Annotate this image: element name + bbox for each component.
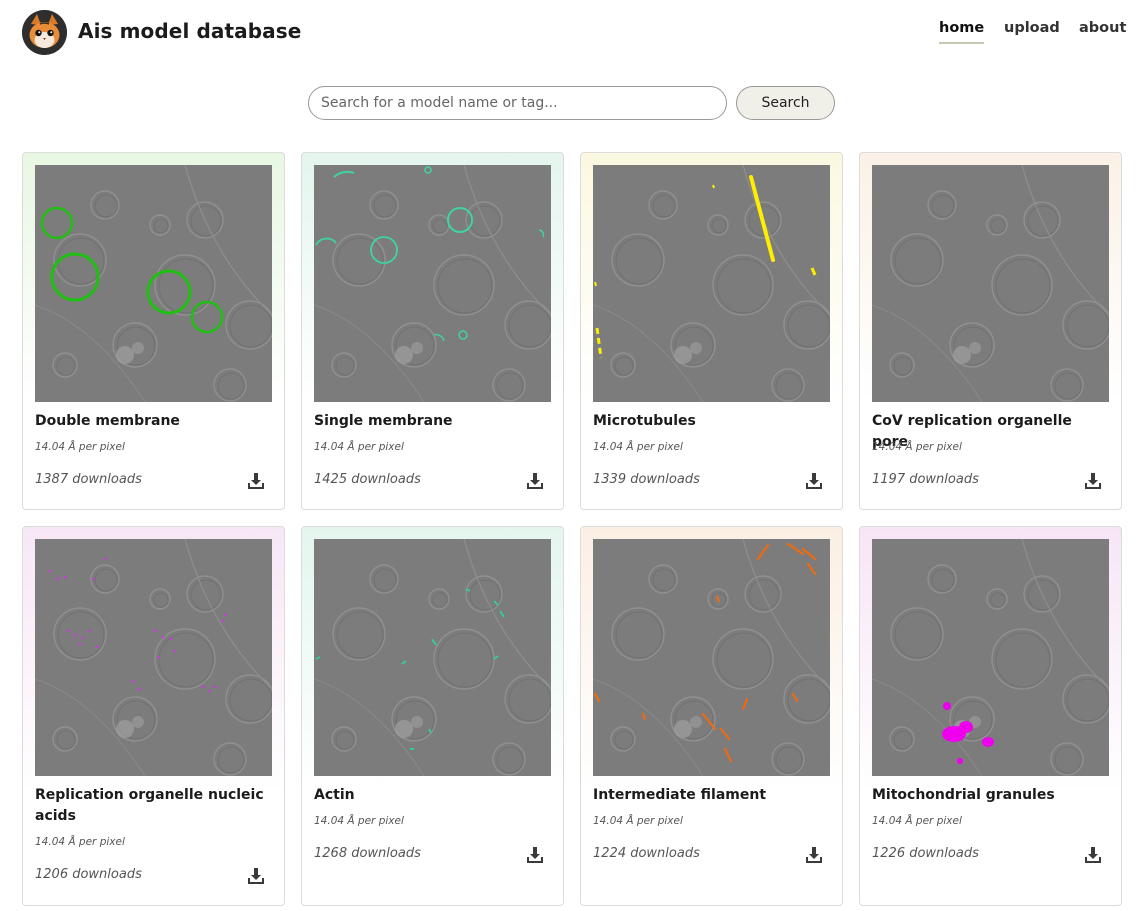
site-title: Ais model database xyxy=(78,19,302,43)
search-button[interactable]: Search xyxy=(736,86,835,120)
download-icon[interactable] xyxy=(247,472,265,490)
model-card[interactable]: Microtubules 14.04 Å per pixel 1339 downlo… xyxy=(580,152,843,510)
nav-home[interactable]: home xyxy=(939,20,985,44)
nav-upload[interactable]: upload xyxy=(1004,20,1060,42)
search-input[interactable] xyxy=(308,86,727,120)
cat-logo-icon[interactable] xyxy=(22,10,67,55)
download-icon[interactable] xyxy=(247,867,265,885)
model-title[interactable]: Replication organelle nucleic acids xyxy=(35,785,271,827)
site-header: Ais model database home upload about xyxy=(0,0,1137,70)
model-downloads: 1206 downloads xyxy=(35,867,142,882)
model-card[interactable]: Intermediate filament 14.04 Å per pixel 12… xyxy=(580,526,843,906)
model-resolution: 14.04 Å per pixel xyxy=(35,441,125,453)
model-downloads: 1226 downloads xyxy=(872,846,979,861)
download-icon[interactable] xyxy=(805,472,823,490)
model-resolution: 14.04 Å per pixel xyxy=(872,441,962,453)
model-card[interactable]: Single membrane 14.04 Å per pixel 1425 dow… xyxy=(301,152,564,510)
model-title[interactable]: Mitochondrial granules xyxy=(872,785,1108,806)
download-icon[interactable] xyxy=(805,846,823,864)
download-icon[interactable] xyxy=(1084,472,1102,490)
model-card[interactable]: Replication organelle nucleic acids 14.04… xyxy=(22,526,285,906)
download-icon[interactable] xyxy=(526,846,544,864)
model-thumbnail[interactable] xyxy=(35,539,272,776)
nav-about[interactable]: about xyxy=(1079,20,1126,42)
model-downloads: 1197 downloads xyxy=(872,472,979,487)
model-title[interactable]: Microtubules xyxy=(593,411,829,432)
download-icon[interactable] xyxy=(526,472,544,490)
model-title[interactable]: Intermediate filament xyxy=(593,785,829,806)
model-resolution: 14.04 Å per pixel xyxy=(593,441,683,453)
model-resolution: 14.04 Å per pixel xyxy=(314,815,404,827)
model-card[interactable]: Double membrane 14.04 Å per pixel 1387 dow… xyxy=(22,152,285,510)
model-thumbnail[interactable] xyxy=(35,165,272,402)
model-card[interactable]: Actin 14.04 Å per pixel 1268 downloads xyxy=(301,526,564,906)
model-downloads: 1387 downloads xyxy=(35,472,142,487)
model-downloads: 1425 downloads xyxy=(314,472,421,487)
model-title[interactable]: Actin xyxy=(314,785,550,806)
model-thumbnail[interactable] xyxy=(872,165,1109,402)
model-title[interactable]: Single membrane xyxy=(314,411,550,432)
model-thumbnail[interactable] xyxy=(593,539,830,776)
model-resolution: 14.04 Å per pixel xyxy=(593,815,683,827)
model-resolution: 14.04 Å per pixel xyxy=(314,441,404,453)
model-thumbnail[interactable] xyxy=(593,165,830,402)
model-thumbnail[interactable] xyxy=(314,539,551,776)
model-downloads: 1339 downloads xyxy=(593,472,700,487)
model-card[interactable]: Mitochondrial granules 14.04 Å per pixel 1… xyxy=(859,526,1122,906)
model-thumbnail[interactable] xyxy=(872,539,1109,776)
model-resolution: 14.04 Å per pixel xyxy=(872,815,962,827)
model-downloads: 1224 downloads xyxy=(593,846,700,861)
model-title[interactable]: Double membrane xyxy=(35,411,271,432)
download-icon[interactable] xyxy=(1084,846,1102,864)
model-resolution: 14.04 Å per pixel xyxy=(35,836,125,848)
model-downloads: 1268 downloads xyxy=(314,846,421,861)
model-thumbnail[interactable] xyxy=(314,165,551,402)
model-card[interactable]: CoV replication organelle pore 14.04 Å pe… xyxy=(859,152,1122,510)
